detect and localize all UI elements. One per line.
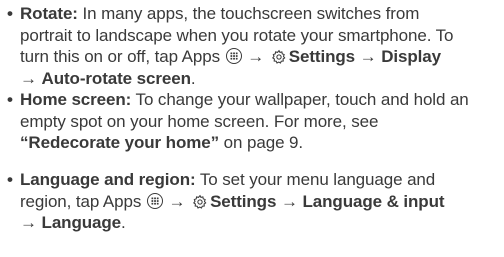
home-text-1: To change your wallpaper, touch and hold…: [131, 90, 469, 109]
language-line-3: → Language.: [20, 212, 504, 234]
language-line-2: region, tap Apps → Settings → Language &…: [20, 191, 504, 213]
display-label: Display: [381, 47, 441, 66]
home-line-1: Home screen: To change your wallpaper, t…: [20, 89, 504, 111]
language-label: Language: [41, 213, 122, 232]
arrow: →: [20, 213, 37, 232]
gear-icon: [193, 194, 207, 209]
rotate-text-3: turn this on or off, tap Apps: [20, 47, 225, 66]
rotate-line-2: portrait to landscape when you rotate yo…: [20, 25, 454, 45]
arrow: →: [20, 68, 37, 88]
language-input-label: Language & input: [302, 191, 445, 211]
arrow: →: [168, 191, 186, 211]
auto-rotate-label: Auto-rotate screen: [41, 68, 191, 88]
bullet: •: [7, 90, 13, 109]
language-region-label: Language and region:: [20, 170, 196, 189]
language-line-1: Language and region: To set your menu la…: [20, 169, 504, 191]
home-line-2: empty spot on your home screen. For more…: [20, 111, 379, 131]
redecorate-link[interactable]: Redecorate your home: [28, 133, 210, 152]
rotate-line-4: → Auto-rotate screen.: [20, 68, 504, 90]
arrow: →: [247, 47, 265, 66]
list-item-rotate: • Rotate: In many apps, the touchscreen …: [0, 3, 504, 89]
apps-icon: [225, 48, 242, 64]
rotate-line-3: turn this on or off, tap Apps → Settings…: [20, 46, 504, 68]
arrow: →: [359, 47, 377, 66]
quote-close: ”: [210, 133, 220, 152]
list-item-language-region: • Language and region: To set your menu …: [0, 169, 504, 234]
arrow: →: [280, 191, 298, 211]
settings-label: Settings: [210, 191, 277, 211]
settings-label: Settings: [288, 47, 356, 66]
gear-icon: [271, 49, 286, 64]
home-screen-label: Home screen:: [20, 90, 132, 109]
home-line-3: “Redecorate your home” on page 9.: [20, 132, 504, 154]
language-text-1: To set your menu language and: [195, 170, 436, 189]
rotate-text-1: In many apps, the touchscreen switches f…: [77, 4, 420, 23]
list-item-home-screen: • Home screen: To change your wallpaper,…: [0, 89, 504, 154]
language-text-2: region, tap Apps: [20, 191, 146, 211]
period: .: [121, 213, 126, 232]
rotate-label: Rotate:: [20, 4, 78, 23]
period: .: [190, 68, 196, 88]
bullet: •: [7, 4, 13, 23]
bullet: •: [7, 170, 13, 189]
page-reference: on page 9.: [219, 133, 304, 152]
rotate-line-1: Rotate: In many apps, the touchscreen sw…: [20, 3, 504, 25]
apps-icon: [146, 192, 163, 209]
